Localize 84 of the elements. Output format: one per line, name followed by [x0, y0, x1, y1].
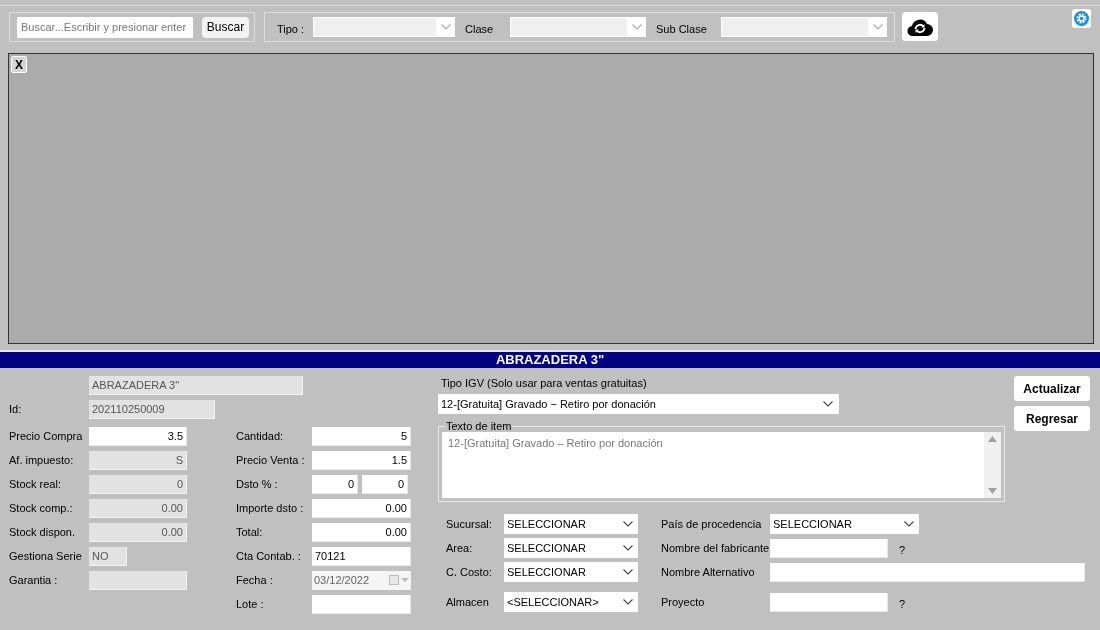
field-label: Cantidad: [236, 428, 285, 444]
text-field[interactable]: 1.5 [312, 450, 411, 470]
text-field[interactable] [770, 538, 888, 558]
dropdown[interactable]: SELECCIONAR [770, 514, 919, 534]
filter-label: Clase [465, 22, 495, 38]
field-label: Almacen [445, 594, 490, 610]
chevron-down-icon [623, 599, 633, 605]
chevron-down-icon [623, 569, 633, 575]
settings-icon [1074, 11, 1089, 26]
dropdown-value: SELECCIONAR [507, 516, 586, 532]
field-label: Nombre Alternativo [661, 564, 756, 580]
search-button[interactable]: Buscar [202, 16, 249, 38]
field-label: Fecha : [236, 572, 274, 588]
help-mark: ? [899, 596, 906, 612]
caret-icon [401, 578, 409, 582]
cloud-sync-button[interactable] [902, 12, 938, 41]
group-legend: Texto de item [445, 420, 513, 432]
chevron-down-icon [441, 24, 451, 30]
scrollbar[interactable] [984, 432, 1001, 498]
field-label: Stock dispon. [9, 524, 77, 540]
text-field[interactable]: 5 [312, 426, 411, 446]
text-field[interactable]: 0.00 [312, 522, 411, 542]
chevron-down-icon [632, 24, 642, 30]
close-button[interactable]: X [11, 56, 27, 73]
scroll-up-icon [988, 436, 997, 442]
search-field[interactable]: Buscar...Escribir y presionar enter [17, 16, 193, 38]
date-value: 03/12/2022 [314, 572, 371, 588]
chevron-down-icon [873, 24, 883, 30]
chevron-down-icon [623, 545, 633, 551]
text-field[interactable] [770, 592, 888, 612]
field-label: Garantia : [9, 572, 59, 588]
chevron-down-icon [904, 521, 914, 527]
scroll-down-icon [988, 488, 997, 494]
text-field[interactable]: 0.00 [312, 498, 411, 518]
filter-dropdown[interactable] [510, 17, 646, 37]
text-field[interactable] [312, 594, 411, 614]
settings-button[interactable] [1072, 9, 1091, 28]
text-field[interactable]: 3.5 [89, 426, 187, 446]
field-label: Proyecto [661, 594, 706, 610]
chevron-down-icon [623, 521, 633, 527]
calendar-icon [389, 575, 399, 585]
action-button[interactable]: Actualizar [1014, 376, 1090, 401]
filter-label: Sub Clase [656, 22, 708, 38]
dropdown-value: 12-[Gratuita] Gravado − Retiro por donación [441, 396, 656, 412]
chevron-down-icon [823, 401, 833, 407]
filter-dropdown[interactable] [721, 17, 887, 37]
field-label: Area: [445, 540, 474, 556]
field-label: Total: [236, 524, 264, 540]
tax-type-dropdown[interactable]: 12-[Gratuita] Gravado − Retiro por donación [438, 394, 839, 414]
filter-dropdown[interactable] [313, 17, 455, 37]
dropdown-value: SELECCIONAR [507, 564, 586, 580]
field-label: Precio Compra [9, 428, 84, 444]
item-text: 12-[Gratuita] Gravado – Retiro por donación [447, 436, 664, 451]
help-mark: ? [899, 542, 906, 558]
dropdown-value: <SELECCIONAR> [507, 594, 599, 610]
text-field[interactable] [770, 562, 1085, 582]
dropdown[interactable]: SELECCIONAR [504, 514, 638, 534]
dropdown[interactable]: SELECCIONAR [504, 538, 638, 558]
field-label: C. Costo: [445, 564, 493, 580]
field-label: Sucursal: [445, 516, 493, 532]
field-label: Dsto % : [236, 476, 279, 492]
text-field[interactable]: 0 [362, 474, 408, 494]
dropdown-value: SELECCIONAR [773, 516, 852, 532]
text-field[interactable]: 0 [312, 474, 358, 494]
field-label: Stock comp.: [9, 500, 74, 516]
dropdown[interactable]: <SELECCIONAR> [504, 592, 638, 612]
field-label: Id: [9, 401, 23, 417]
dropdown[interactable]: SELECCIONAR [504, 562, 638, 582]
text-field[interactable]: 70121 [312, 546, 411, 566]
item-text-area[interactable]: 12-[Gratuita] Gravado – Retiro por donación [442, 432, 1001, 498]
field-label: Cta Contab. : [236, 548, 302, 564]
item-title-bar: ABRAZADERA 3" [0, 352, 1100, 368]
field-label: País de procedencia [661, 516, 763, 532]
dropdown-value: SELECCIONAR [507, 540, 586, 556]
field-label: Tipo IGV (Solo usar para ventas gratuitas) [440, 376, 648, 390]
field-label: Stock real: [9, 476, 62, 492]
field-label: Importe dsto : [236, 500, 305, 516]
action-button[interactable]: Regresar [1014, 406, 1090, 431]
field-label: Precio Venta : [236, 452, 306, 468]
field-label: Gestiona Serie [9, 548, 83, 564]
field-label: Nombre del fabricante [661, 540, 770, 556]
filter-label: Tipo : [277, 22, 303, 38]
field-label: Af. impuesto: [9, 452, 75, 468]
field-label: Lote : [236, 596, 265, 612]
